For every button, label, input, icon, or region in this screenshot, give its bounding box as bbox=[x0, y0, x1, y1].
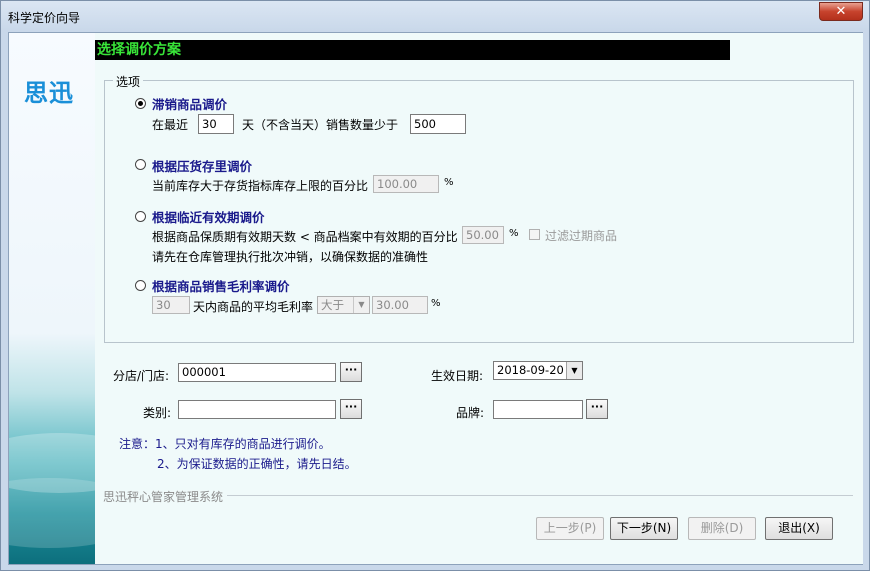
radio-slow-moving[interactable] bbox=[135, 98, 146, 109]
options-group-legend: 选项 bbox=[113, 73, 144, 90]
effective-date-picker[interactable]: 2018-09-20 ▼ bbox=[493, 361, 583, 380]
window-title: 科学定价向导 bbox=[8, 11, 81, 25]
gross-margin-unit: % bbox=[431, 298, 441, 309]
chevron-down-icon: ▼ bbox=[566, 362, 582, 379]
close-icon: ✕ bbox=[835, 4, 847, 19]
expiry-text: 根据商品保质期有效期天数 < 商品档案中有效期的百分比 bbox=[152, 230, 458, 244]
filter-expired-checkbox[interactable] bbox=[529, 229, 540, 240]
ellipsis-icon: ··· bbox=[590, 400, 604, 413]
radio-gross-margin[interactable] bbox=[135, 280, 146, 291]
option-expiry-label[interactable]: 根据临近有效期调价 bbox=[152, 207, 265, 226]
gross-margin-percent-input[interactable]: 30.00 bbox=[372, 296, 428, 314]
note-line-2: 2、为保证数据的正确性，请先日结。 bbox=[157, 457, 357, 471]
gross-margin-compare-value: 大于 bbox=[321, 298, 344, 312]
filter-expired-label[interactable]: 过滤过期商品 bbox=[545, 227, 617, 244]
close-button[interactable]: ✕ bbox=[819, 2, 863, 21]
overstock-unit: % bbox=[444, 177, 454, 188]
chevron-down-icon: ▼ bbox=[353, 297, 369, 313]
overstock-text: 当前库存大于存货指标库存上限的百分比 bbox=[152, 179, 369, 193]
expiry-unit: % bbox=[509, 228, 519, 239]
brand-label: 品牌: bbox=[456, 406, 485, 420]
note-line-1: 注意：1、只对有库存的商品进行调价。 bbox=[119, 437, 331, 451]
ellipsis-icon: ··· bbox=[344, 400, 358, 413]
step-header: 选择调价方案 bbox=[95, 40, 730, 60]
effective-date-value: 2018-09-20 bbox=[497, 363, 564, 377]
gross-margin-text: 天内商品的平均毛利率 bbox=[193, 300, 314, 314]
exit-button[interactable]: 退出(X) bbox=[765, 517, 833, 540]
category-lookup-button[interactable]: ··· bbox=[340, 399, 362, 419]
expiry-percent-input[interactable]: 50.00 bbox=[462, 226, 504, 244]
slow-moving-text-mid: 天（不含当天）销售数量少于 bbox=[242, 118, 399, 132]
next-button[interactable]: 下一步(N) bbox=[610, 517, 678, 540]
options-group: 选项 滞销商品调价 在最近 30 天（不含当天）销售数量少于 500 根据压货存… bbox=[104, 73, 854, 343]
brand-lookup-button[interactable]: ··· bbox=[586, 399, 608, 419]
system-name: 思迅秤心管家管理系统 bbox=[103, 488, 228, 505]
delete-button[interactable]: 删除(D) bbox=[688, 517, 756, 540]
sidebar-banner: 思迅 bbox=[9, 33, 95, 564]
gross-margin-days-input[interactable]: 30 bbox=[152, 296, 190, 314]
title-bar: 科学定价向导 ✕ bbox=[1, 1, 869, 31]
wave-decoration bbox=[9, 478, 95, 548]
client-area: 思迅 选择调价方案 选项 滞销商品调价 在最近 30 天（不含当天）销售数量少于… bbox=[8, 32, 863, 565]
wizard-window: 科学定价向导 ✕ 思迅 选择调价方案 选项 滞销商品调价 在最近 30 天（不含… bbox=[0, 0, 870, 571]
branch-label: 分店/门店: bbox=[113, 369, 170, 383]
footer-divider bbox=[223, 495, 853, 496]
gross-margin-compare-select[interactable]: 大于 ▼ bbox=[317, 296, 370, 314]
option-gross-margin-label[interactable]: 根据商品销售毛利率调价 bbox=[152, 276, 290, 295]
branch-lookup-button[interactable]: ··· bbox=[340, 362, 362, 382]
brand-logo: 思迅 bbox=[24, 79, 74, 107]
radio-overstock[interactable] bbox=[135, 159, 146, 170]
main-panel: 选择调价方案 选项 滞销商品调价 在最近 30 天（不含当天）销售数量少于 50… bbox=[95, 33, 863, 564]
expiry-hint: 请先在仓库管理执行批次冲销，以确保数据的准确性 bbox=[152, 250, 429, 264]
ellipsis-icon: ··· bbox=[344, 363, 358, 376]
slow-moving-text-prefix: 在最近 bbox=[152, 118, 189, 132]
overstock-percent-input[interactable]: 100.00 bbox=[373, 175, 439, 193]
effective-date-label: 生效日期: bbox=[431, 369, 484, 383]
option-slow-moving-label[interactable]: 滞销商品调价 bbox=[152, 94, 227, 113]
category-input[interactable] bbox=[178, 400, 336, 419]
option-overstock-label[interactable]: 根据压货存里调价 bbox=[152, 156, 252, 175]
radio-expiry[interactable] bbox=[135, 211, 146, 222]
branch-input[interactable]: 000001 bbox=[178, 363, 336, 382]
slow-moving-days-input[interactable]: 30 bbox=[198, 114, 234, 134]
prev-button[interactable]: 上一步(P) bbox=[536, 517, 604, 540]
brand-input[interactable] bbox=[493, 400, 583, 419]
slow-moving-quantity-input[interactable]: 500 bbox=[410, 114, 466, 134]
category-label: 类别: bbox=[143, 406, 172, 420]
